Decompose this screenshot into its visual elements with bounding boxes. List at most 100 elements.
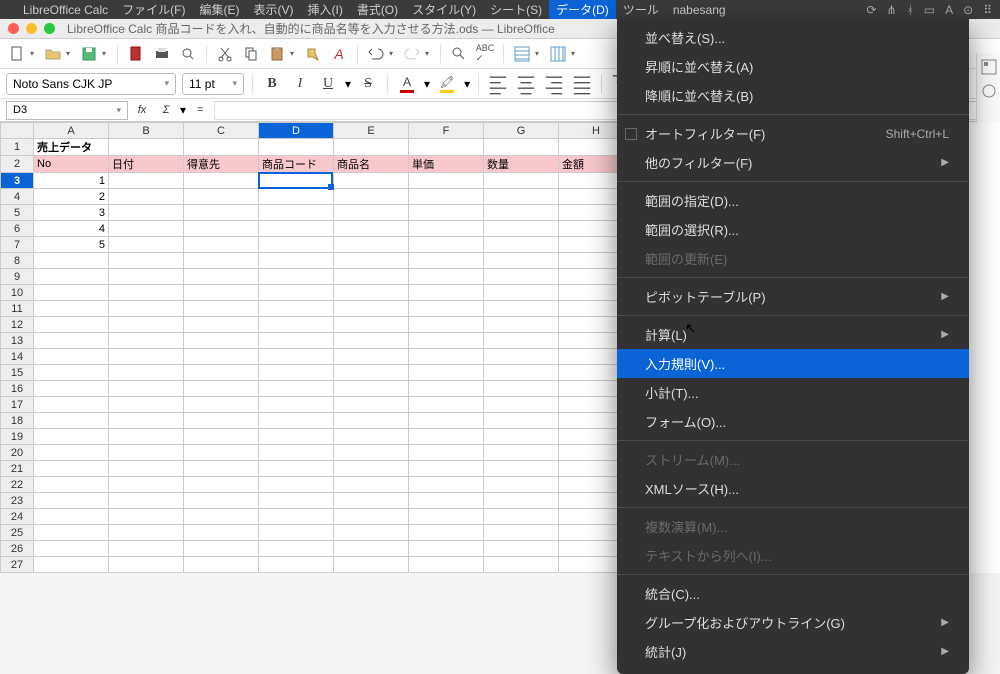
row-head-1[interactable]: 1 bbox=[1, 139, 34, 156]
print-preview-button[interactable] bbox=[177, 43, 199, 65]
bluetooth-icon[interactable]: ᚼ bbox=[907, 3, 914, 17]
menubar-app-name[interactable]: LibreOffice Calc bbox=[16, 3, 115, 17]
menubar-item-0[interactable]: ファイル(F) bbox=[115, 0, 192, 19]
col-head-C[interactable]: C bbox=[184, 123, 259, 139]
cell-C19[interactable] bbox=[184, 429, 259, 445]
cell-A7[interactable]: 5 bbox=[34, 237, 109, 253]
row-head-18[interactable]: 18 bbox=[1, 413, 34, 429]
cell-C5[interactable] bbox=[184, 205, 259, 221]
bold-button[interactable]: B bbox=[261, 73, 283, 95]
cell-D24[interactable] bbox=[259, 509, 334, 525]
zoom-window-button[interactable] bbox=[44, 23, 55, 34]
cell-B12[interactable] bbox=[109, 317, 184, 333]
row-head-9[interactable]: 9 bbox=[1, 269, 34, 285]
row-head-27[interactable]: 27 bbox=[1, 557, 34, 573]
close-window-button[interactable] bbox=[8, 23, 19, 34]
underline-dropdown[interactable]: ▾ bbox=[345, 77, 351, 91]
cell-A8[interactable] bbox=[34, 253, 109, 269]
cell-A26[interactable] bbox=[34, 541, 109, 557]
cell-C25[interactable] bbox=[184, 525, 259, 541]
cell-F6[interactable] bbox=[409, 221, 484, 237]
row-head-8[interactable]: 8 bbox=[1, 253, 34, 269]
cell-A22[interactable] bbox=[34, 477, 109, 493]
cell-B25[interactable] bbox=[109, 525, 184, 541]
save-dropdown[interactable]: ▾ bbox=[102, 49, 110, 58]
cell-E2[interactable]: 商品名 bbox=[334, 156, 409, 173]
cell-F24[interactable] bbox=[409, 509, 484, 525]
cell-B6[interactable] bbox=[109, 221, 184, 237]
cell-C24[interactable] bbox=[184, 509, 259, 525]
cell-B17[interactable] bbox=[109, 397, 184, 413]
cell-F26[interactable] bbox=[409, 541, 484, 557]
cell-E1[interactable] bbox=[334, 139, 409, 156]
cell-G5[interactable] bbox=[484, 205, 559, 221]
menubar-item-2[interactable]: 表示(V) bbox=[246, 0, 300, 19]
cell-A20[interactable] bbox=[34, 445, 109, 461]
menu-item-15[interactable]: 小計(T)... bbox=[617, 378, 969, 407]
cell-B7[interactable] bbox=[109, 237, 184, 253]
row-head-23[interactable]: 23 bbox=[1, 493, 34, 509]
cell-E5[interactable] bbox=[334, 205, 409, 221]
cell-D7[interactable] bbox=[259, 237, 334, 253]
cell-F21[interactable] bbox=[409, 461, 484, 477]
cell-A18[interactable] bbox=[34, 413, 109, 429]
cell-D3[interactable] bbox=[259, 173, 334, 189]
cell-F22[interactable] bbox=[409, 477, 484, 493]
cell-D6[interactable] bbox=[259, 221, 334, 237]
paste-dropdown[interactable]: ▾ bbox=[290, 49, 298, 58]
cell-E26[interactable] bbox=[334, 541, 409, 557]
sum-dropdown[interactable]: ▾ bbox=[180, 103, 186, 117]
cell-E6[interactable] bbox=[334, 221, 409, 237]
cell-B10[interactable] bbox=[109, 285, 184, 301]
italic-button[interactable]: I bbox=[289, 73, 311, 95]
cell-D26[interactable] bbox=[259, 541, 334, 557]
cell-F8[interactable] bbox=[409, 253, 484, 269]
menubar-item-6[interactable]: シート(S) bbox=[483, 0, 549, 19]
cell-A15[interactable] bbox=[34, 365, 109, 381]
cell-G24[interactable] bbox=[484, 509, 559, 525]
cut-button[interactable] bbox=[214, 43, 236, 65]
cell-C3[interactable] bbox=[184, 173, 259, 189]
menubar-item-8[interactable]: ツール bbox=[616, 0, 666, 19]
cell-C26[interactable] bbox=[184, 541, 259, 557]
cell-G10[interactable] bbox=[484, 285, 559, 301]
cell-D21[interactable] bbox=[259, 461, 334, 477]
cell-A11[interactable] bbox=[34, 301, 109, 317]
menu-item-4[interactable]: オートフィルター(F)Shift+Ctrl+L bbox=[617, 119, 969, 148]
row-head-10[interactable]: 10 bbox=[1, 285, 34, 301]
menu-item-2[interactable]: 降順に並べ替え(B) bbox=[617, 81, 969, 110]
font-color-button[interactable]: A bbox=[396, 73, 418, 95]
cell-B3[interactable] bbox=[109, 173, 184, 189]
cell-C1[interactable] bbox=[184, 139, 259, 156]
col-head-B[interactable]: B bbox=[109, 123, 184, 139]
menu-item-5[interactable]: 他のフィルター(F)▶ bbox=[617, 148, 969, 177]
cell-C10[interactable] bbox=[184, 285, 259, 301]
row-head-16[interactable]: 16 bbox=[1, 381, 34, 397]
battery-icon[interactable]: ▭ bbox=[924, 3, 935, 17]
cell-F19[interactable] bbox=[409, 429, 484, 445]
align-center-button[interactable] bbox=[515, 73, 537, 95]
cell-G9[interactable] bbox=[484, 269, 559, 285]
cell-E7[interactable] bbox=[334, 237, 409, 253]
row-head-22[interactable]: 22 bbox=[1, 477, 34, 493]
cell-E11[interactable] bbox=[334, 301, 409, 317]
cell-B11[interactable] bbox=[109, 301, 184, 317]
cell-D22[interactable] bbox=[259, 477, 334, 493]
menubar-item-7[interactable]: データ(D) bbox=[549, 0, 616, 19]
cell-B13[interactable] bbox=[109, 333, 184, 349]
cell-C14[interactable] bbox=[184, 349, 259, 365]
sum-button[interactable]: Σ bbox=[156, 101, 176, 119]
menu-item-25[interactable]: グループ化およびアウトライン(G)▶ bbox=[617, 608, 969, 637]
cell-B1[interactable] bbox=[109, 139, 184, 156]
cell-D9[interactable] bbox=[259, 269, 334, 285]
row-head-21[interactable]: 21 bbox=[1, 461, 34, 477]
cell-F20[interactable] bbox=[409, 445, 484, 461]
cell-A10[interactable] bbox=[34, 285, 109, 301]
menubar-item-4[interactable]: 書式(O) bbox=[350, 0, 405, 19]
cell-B2[interactable]: 日付 bbox=[109, 156, 184, 173]
tray-icon[interactable]: ⟳ bbox=[866, 3, 876, 17]
cell-C6[interactable] bbox=[184, 221, 259, 237]
function-wizard-button[interactable]: fx bbox=[132, 101, 152, 119]
cell-B4[interactable] bbox=[109, 189, 184, 205]
menu-item-13[interactable]: 計算(L)▶ bbox=[617, 320, 969, 349]
